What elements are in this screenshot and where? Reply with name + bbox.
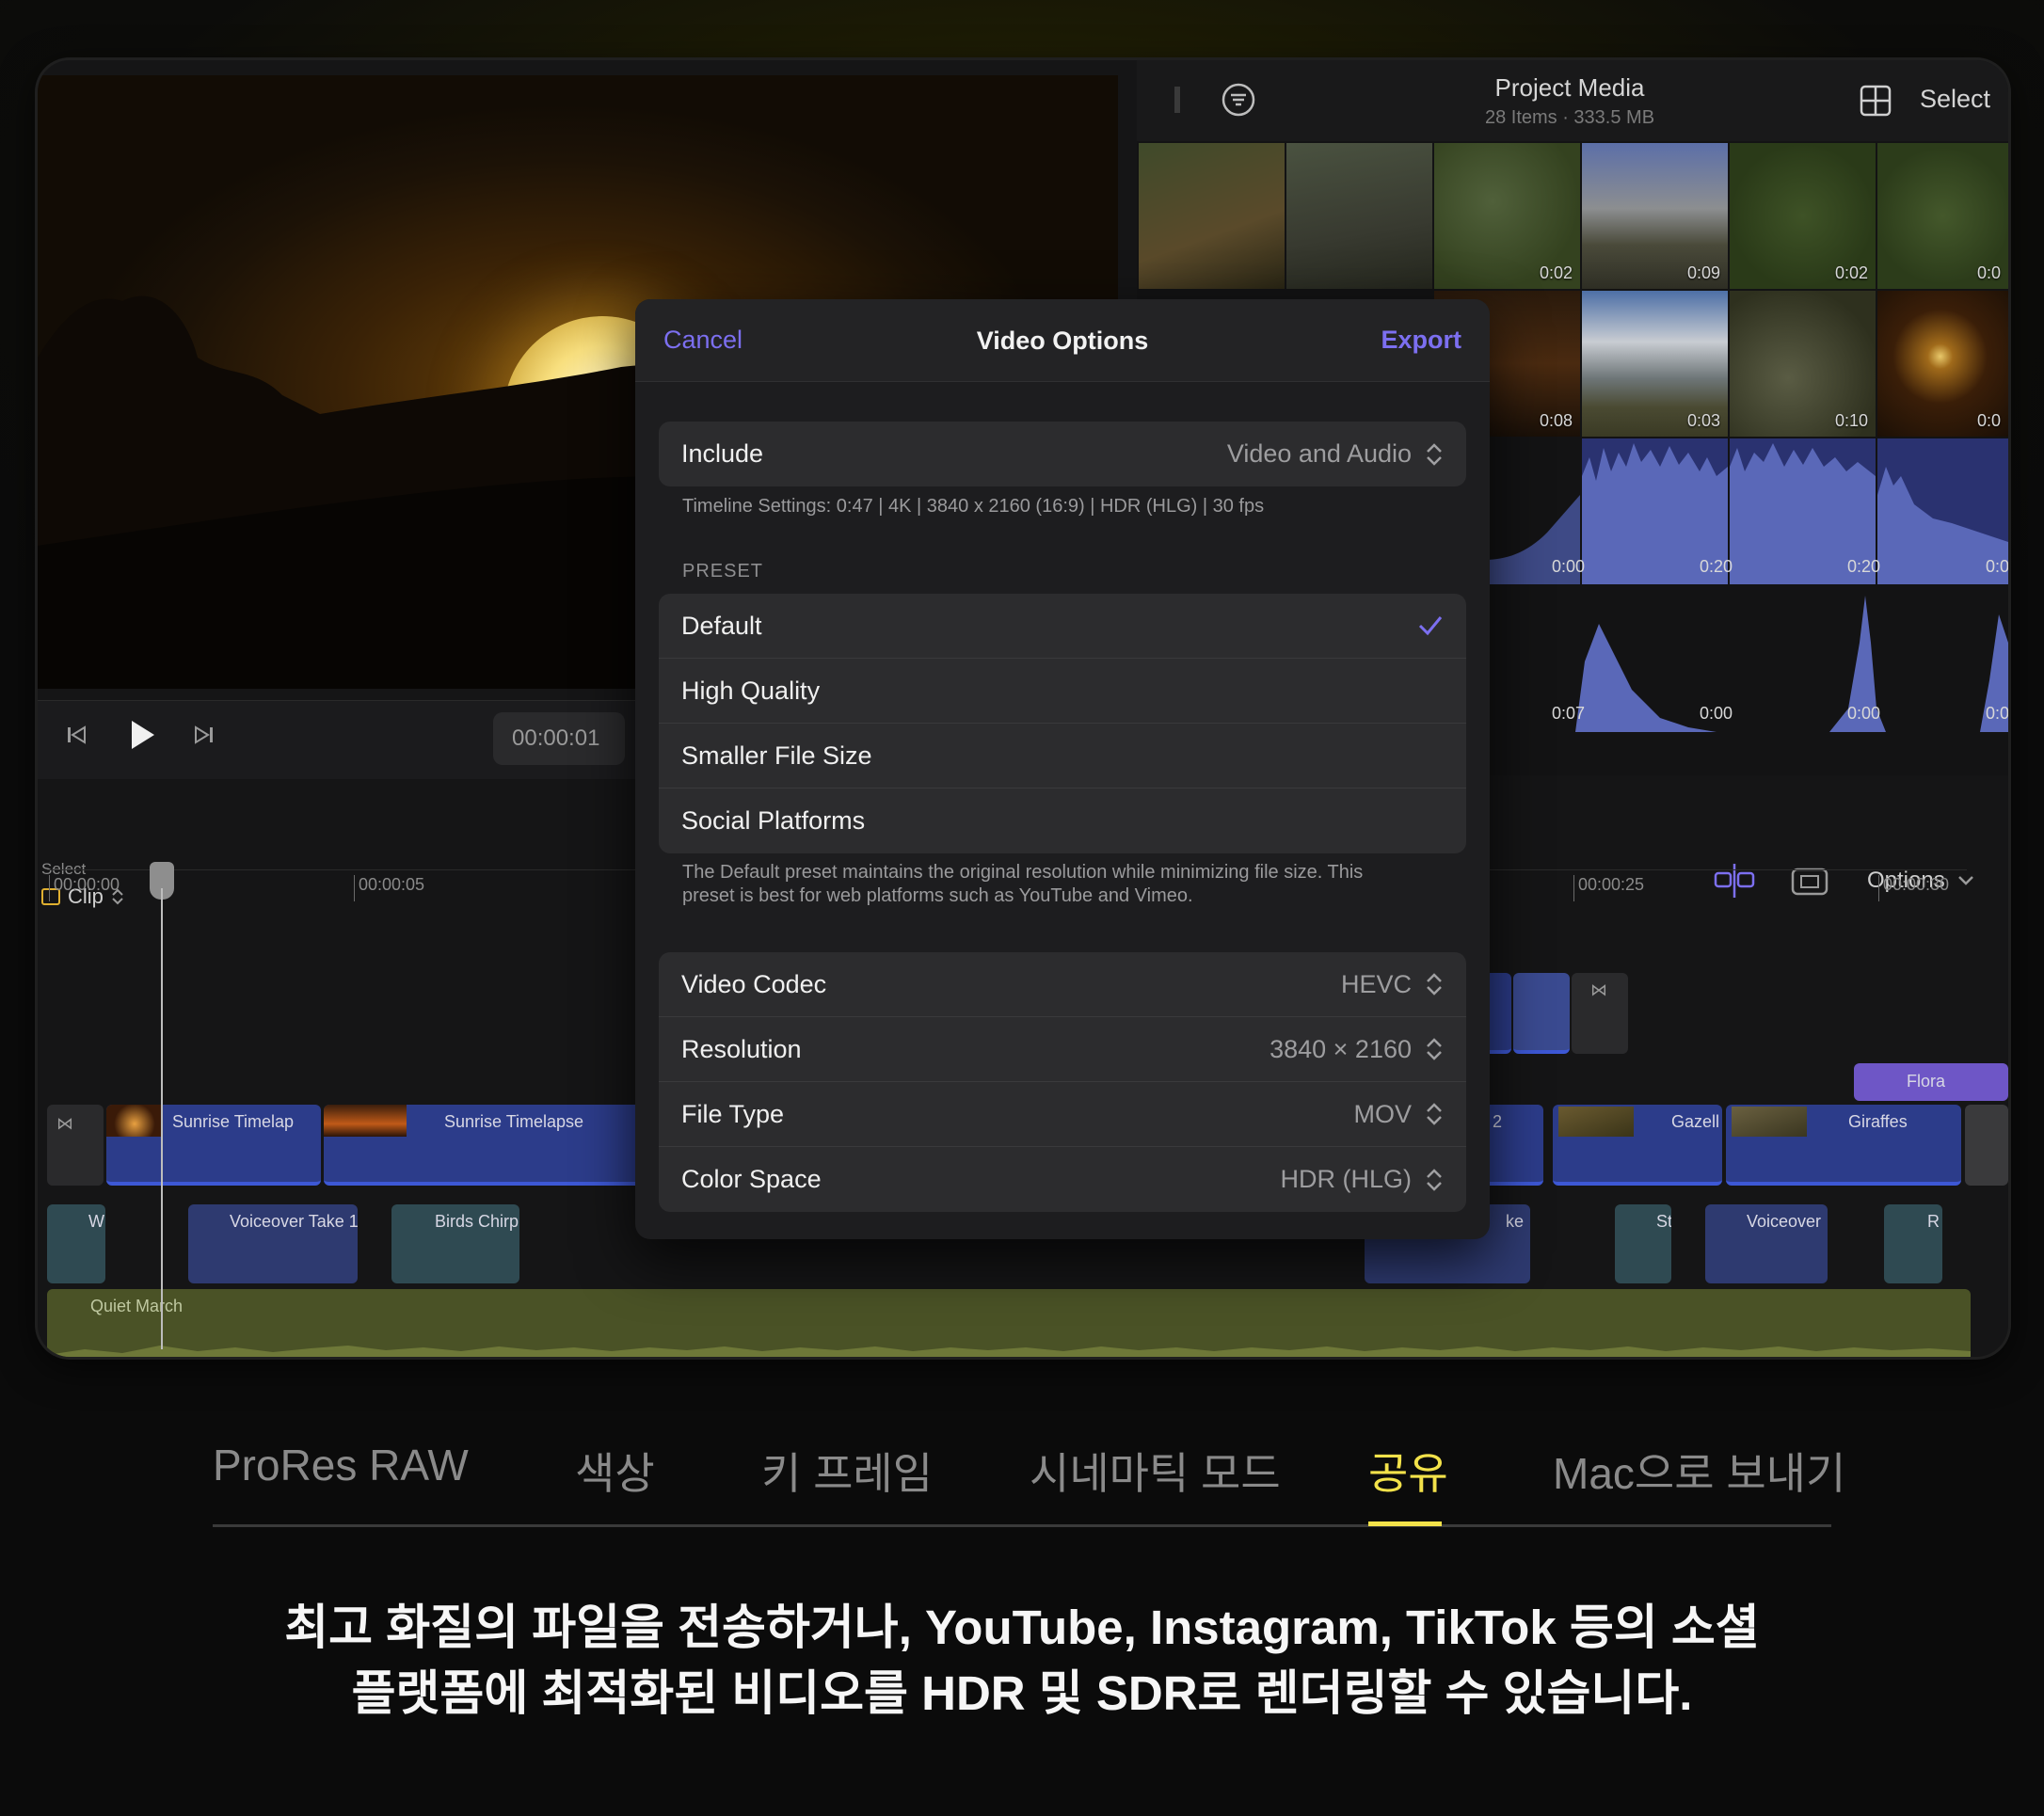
browser-select-button[interactable]: Select — [1920, 85, 1990, 114]
audio-clip[interactable]: Voiceover — [1705, 1204, 1828, 1283]
media-thumbnail[interactable]: 0:0 — [1877, 291, 2008, 437]
updown-chevron-icon — [1427, 1038, 1442, 1060]
timecode-display: 00:00:01 — [493, 712, 625, 765]
preset-social-platforms[interactable]: Social Platforms — [659, 789, 1466, 853]
drag-handle-icon[interactable] — [1174, 87, 1180, 113]
resolution-selector[interactable]: Resolution 3840 × 2160 — [659, 1017, 1466, 1082]
updown-chevron-icon — [1427, 1168, 1442, 1191]
preset-high-quality[interactable]: High Quality — [659, 659, 1466, 724]
audio-clip[interactable]: Voiceover Take 1 — [188, 1204, 358, 1283]
play-icon[interactable] — [122, 716, 160, 758]
tab-divider — [213, 1524, 1831, 1527]
preset-list: Default High Quality Smaller File Size S… — [659, 594, 1466, 853]
dialog-header: Video Options Cancel Export — [635, 299, 1490, 382]
video-options-dialog: Video Options Cancel Export Include Vide… — [635, 299, 1490, 1239]
next-frame-icon[interactable] — [190, 721, 218, 754]
tab-keyframe[interactable]: 키 프레임 — [761, 1440, 933, 1502]
preset-note: The Default preset maintains the origina… — [682, 862, 1364, 906]
music-waveform — [47, 1346, 1971, 1357]
filter-icon[interactable] — [1222, 83, 1255, 121]
dialog-title: Video Options — [976, 327, 1149, 355]
audio-clip[interactable]: Birds Chirp — [391, 1204, 519, 1283]
media-thumbnail[interactable]: 0:03 — [1582, 291, 1728, 437]
transition-marker[interactable]: ⋈ — [47, 1105, 104, 1186]
video-codec-selector[interactable]: Video Codec HEVC — [659, 952, 1466, 1017]
include-group: Include Video and Audio — [659, 422, 1466, 486]
color-space-selector[interactable]: Color Space HDR (HLG) — [659, 1147, 1466, 1212]
media-thumbnail[interactable]: 0:0 — [1877, 143, 2008, 289]
video-clip[interactable] — [1965, 1105, 2008, 1186]
file-type-selector[interactable]: File Type MOV — [659, 1082, 1466, 1147]
cancel-button[interactable]: Cancel — [663, 326, 743, 355]
browser-subtitle: 28 Items · 333.5 MB — [1484, 107, 1655, 128]
audio-clip[interactable]: W — [47, 1204, 105, 1283]
media-thumbnail[interactable] — [1286, 143, 1432, 289]
updown-chevron-icon — [1427, 973, 1442, 996]
include-selector[interactable]: Include Video and Audio — [659, 422, 1466, 486]
video-settings-group: Video Codec HEVC Resolution 3840 × 2160 … — [659, 952, 1466, 1212]
active-tab-indicator — [1368, 1521, 1442, 1526]
browser-header: Project Media 28 Items · 333.5 MB Select — [1137, 60, 2008, 141]
music-clip[interactable]: Quiet March — [47, 1289, 1971, 1357]
feature-tabs: ProRes RAW 색상 키 프레임 시네마틱 모드 공유 Mac으로 보내기 — [213, 1430, 1845, 1524]
feature-caption: 최고 화질의 파일을 전송하거나, YouTube, Instagram, Ti… — [284, 1601, 1760, 1720]
tab-cinematic-mode[interactable]: 시네마틱 모드 — [1030, 1440, 1281, 1502]
preset-smaller-file-size[interactable]: Smaller File Size — [659, 724, 1466, 789]
media-thumbnail[interactable]: 0:09 — [1582, 143, 1728, 289]
export-button[interactable]: Export — [1381, 326, 1461, 355]
video-clip[interactable]: Giraffes — [1726, 1105, 1961, 1186]
updown-chevron-icon — [1427, 442, 1442, 466]
transition-marker[interactable]: ⋈ — [1572, 973, 1628, 1054]
tab-share[interactable]: 공유 — [1368, 1440, 1448, 1502]
media-thumbnail[interactable] — [1139, 143, 1285, 289]
grid-view-icon[interactable] — [1860, 85, 1892, 121]
video-clip[interactable] — [1513, 973, 1570, 1054]
video-clip[interactable]: Gazell — [1553, 1105, 1722, 1186]
video-clip[interactable]: Sunrise Timelapse — [324, 1105, 644, 1186]
checkmark-icon — [1418, 616, 1443, 636]
updown-chevron-icon — [1427, 1103, 1442, 1125]
playhead-line — [161, 888, 163, 1349]
previous-frame-icon[interactable] — [62, 721, 90, 756]
audio-clip[interactable]: R — [1884, 1204, 1942, 1283]
audio-clip[interactable]: St — [1615, 1204, 1671, 1283]
video-clip[interactable]: Sunrise Timelap — [106, 1105, 321, 1186]
preset-header: PRESET — [682, 561, 764, 581]
timeline-settings-note: Timeline Settings: 0:47 | 4K | 3840 x 21… — [682, 496, 1265, 517]
preset-default[interactable]: Default — [659, 594, 1466, 659]
media-thumbnail[interactable]: 0:10 — [1730, 291, 1876, 437]
media-thumbnail[interactable]: 0:02 — [1434, 143, 1580, 289]
browser-title: Project Media — [1494, 73, 1645, 102]
ipad-frame: 00:00:01 Project Media 28 Items · 333.5 … — [38, 60, 2008, 1357]
tab-send-to-mac[interactable]: Mac으로 보내기 — [1553, 1440, 1845, 1502]
title-clip[interactable]: Flora — [1854, 1063, 2008, 1101]
tab-prores-raw[interactable]: ProRes RAW — [213, 1440, 469, 1490]
media-thumbnail[interactable]: 0:02 — [1730, 143, 1876, 289]
tab-color[interactable]: 색상 — [575, 1440, 655, 1502]
